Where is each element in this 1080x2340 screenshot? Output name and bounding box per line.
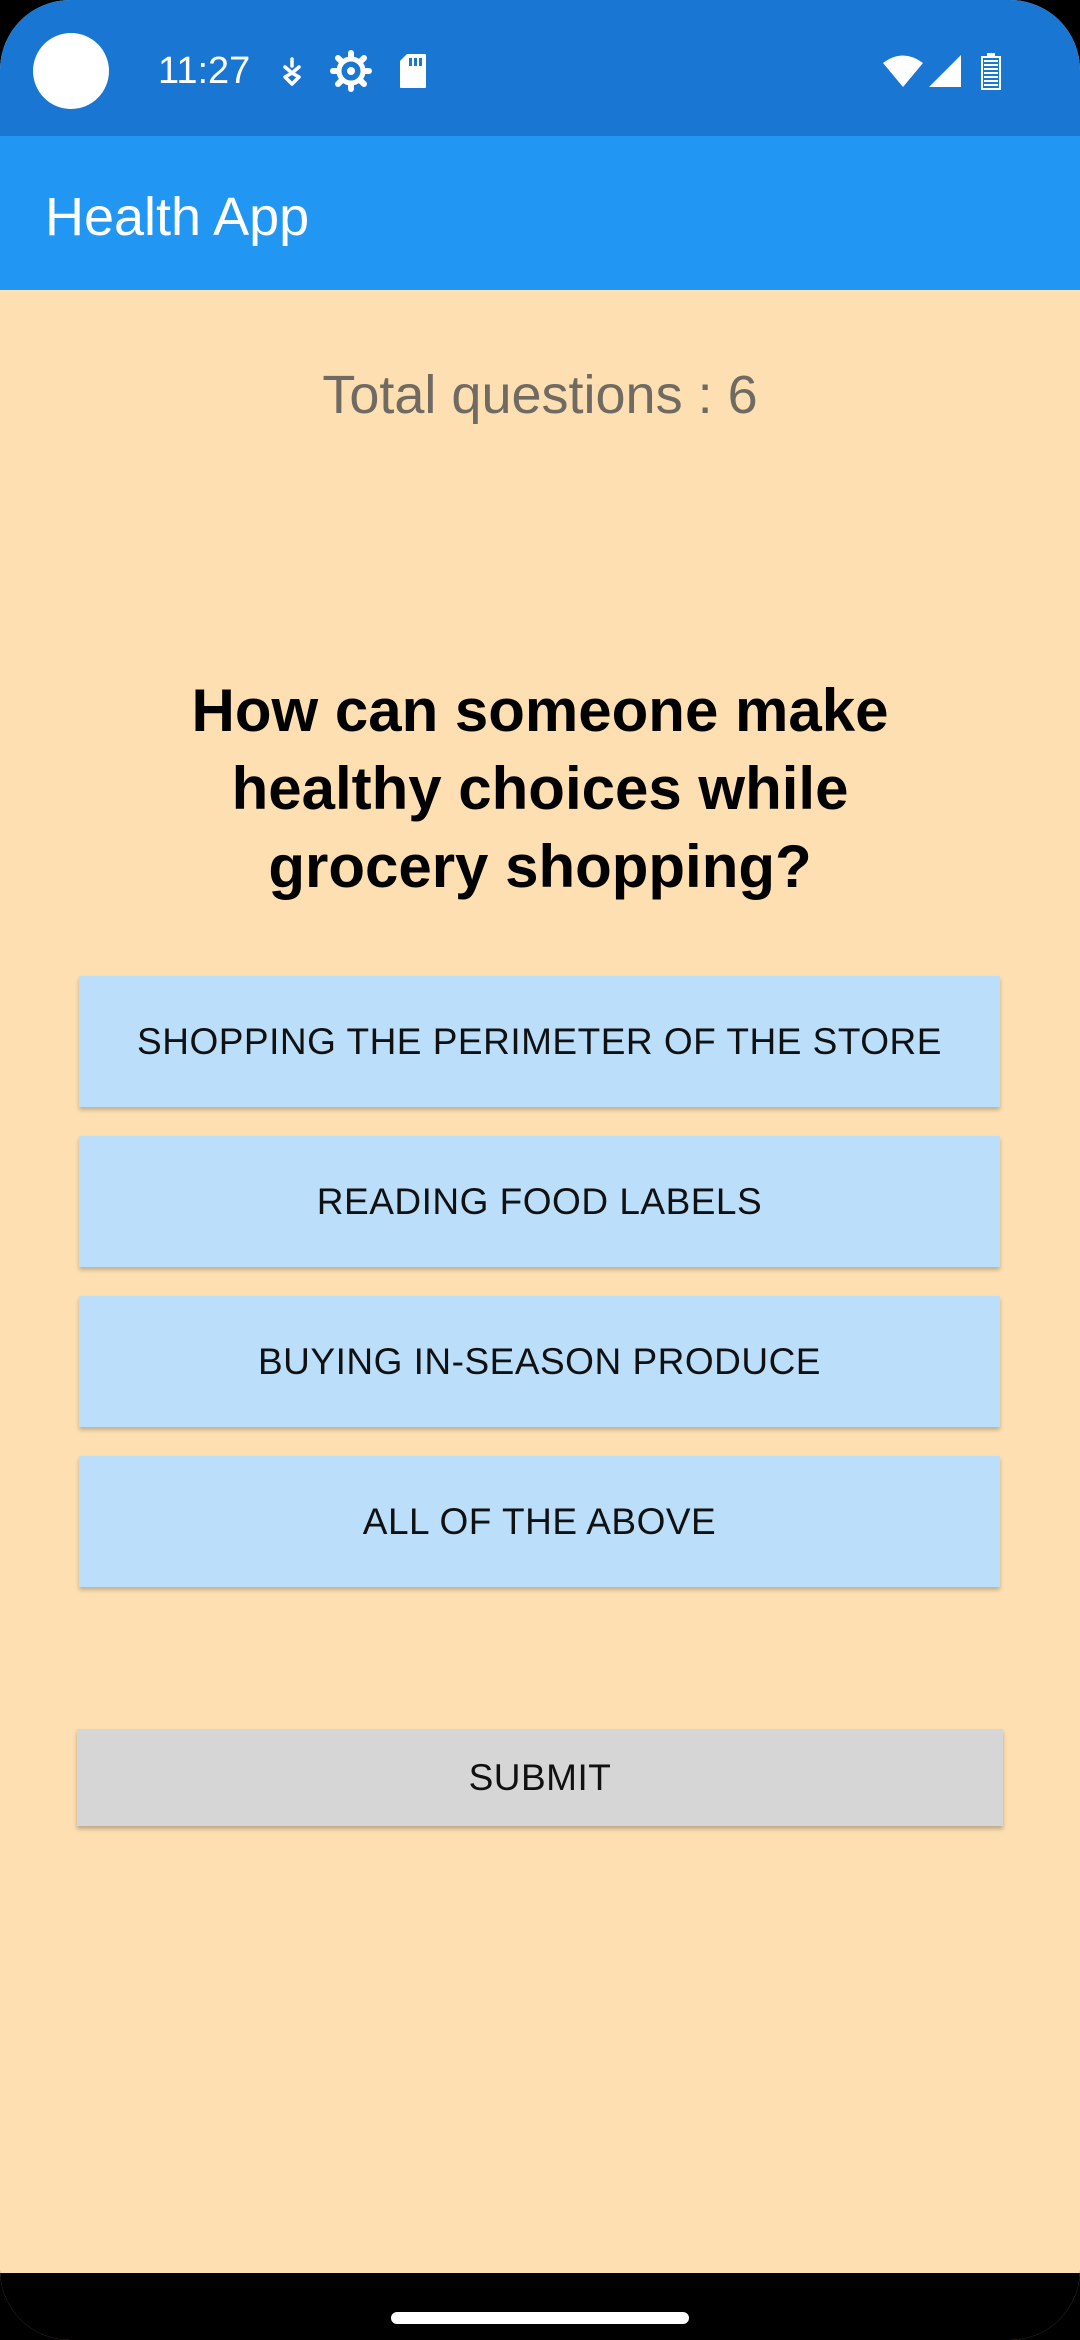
settings-gear-icon bbox=[330, 50, 372, 92]
answer-option-1[interactable]: SHOPPING THE PERIMETER OF THE STORE bbox=[79, 976, 1000, 1107]
navigation-bar bbox=[0, 2273, 1080, 2340]
screen: 11:27 Health App Total questions: 6 How… bbox=[0, 0, 1080, 2340]
sd-card-icon bbox=[400, 54, 426, 88]
answer-option-4[interactable]: ALL OF THE ABOVE bbox=[79, 1456, 1000, 1587]
answer-option-3[interactable]: BUYING IN-SEASON PRODUCE bbox=[79, 1296, 1000, 1427]
app-bar: Health App bbox=[0, 136, 1080, 290]
total-questions-label: Total questions : 6 bbox=[322, 365, 758, 425]
answer-option-2[interactable]: READING FOOD LABELS bbox=[79, 1136, 1000, 1267]
notification-icon bbox=[283, 57, 301, 86]
battery-icon bbox=[981, 53, 1001, 90]
camera-cutout bbox=[33, 33, 109, 109]
cell-signal-icon bbox=[929, 55, 961, 87]
submit-button[interactable]: SUBMIT bbox=[77, 1729, 1003, 1826]
home-gesture-handle[interactable] bbox=[391, 2312, 689, 2324]
status-time: 11:27 bbox=[158, 50, 251, 92]
app-title: Health App bbox=[45, 187, 310, 247]
question-text: How can someone make healthy choices whi… bbox=[191, 677, 889, 900]
wifi-icon bbox=[883, 55, 923, 87]
status-bar: 11:27 bbox=[0, 0, 1080, 136]
